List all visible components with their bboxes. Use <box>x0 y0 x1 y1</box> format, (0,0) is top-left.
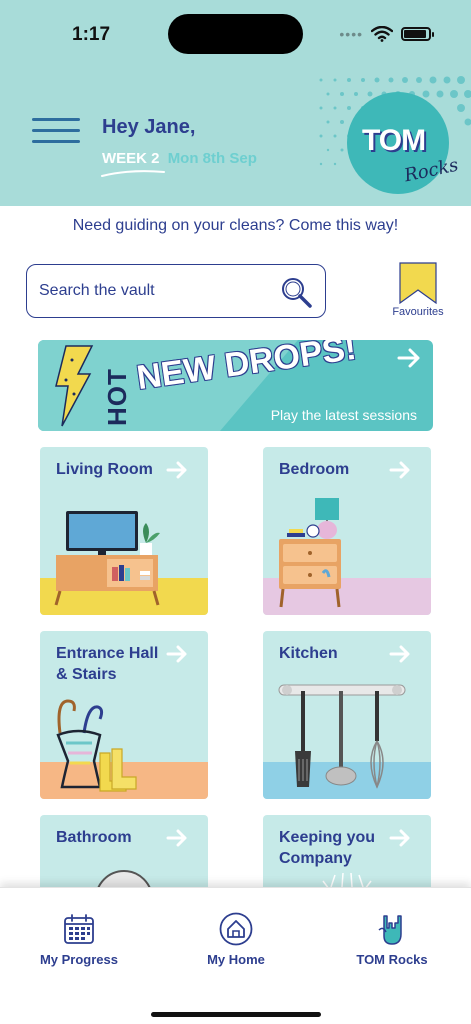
arrow-right-icon <box>389 461 410 479</box>
status-icons: •••• <box>339 26 434 42</box>
room-card-entrance-hall[interactable]: Entrance Hall & Stairs <box>40 631 208 799</box>
home-indicator[interactable] <box>151 1012 321 1017</box>
rock-hand-icon <box>378 915 402 945</box>
home-icon <box>219 912 253 946</box>
search-icon[interactable] <box>279 275 313 309</box>
greeting-text: Hey Jane, <box>102 116 196 138</box>
hot-new-drops-banner[interactable]: HOT NEW DROPS! Play the latest sessions <box>38 340 433 431</box>
arrow-right-icon <box>397 348 420 368</box>
room-card-bedroom[interactable]: Bedroom <box>263 447 431 615</box>
nav-label: TOM Rocks <box>356 952 428 967</box>
underline-swoosh-decoration <box>101 170 165 177</box>
nav-my-progress[interactable]: My Progress <box>19 912 139 967</box>
week-line: WEEK 2 Mon 8th Sep <box>102 150 257 167</box>
search-input[interactable] <box>39 275 275 307</box>
bottom-nav: My Progress My Home TOM Rocks <box>0 887 471 1024</box>
dynamic-island <box>168 14 303 54</box>
nav-label: My Home <box>207 952 265 967</box>
room-card-title: Living Room <box>56 461 153 478</box>
nav-my-home[interactable]: My Home <box>176 912 296 967</box>
hamburger-menu-icon[interactable] <box>32 118 80 144</box>
room-card-title: Kitchen <box>279 645 338 662</box>
status-time: 1:17 <box>72 24 111 45</box>
lightning-bolt-icon <box>55 345 94 427</box>
bookmark-icon <box>399 262 437 304</box>
room-card-kitchen[interactable]: Kitchen <box>263 631 431 799</box>
room-card-title: Entrance Hall & Stairs <box>56 645 159 683</box>
arrow-right-icon <box>166 829 187 847</box>
nav-tom-rocks[interactable]: TOM Rocks <box>332 912 452 967</box>
guide-link-text[interactable]: Need guiding on your cleans? Come this w… <box>0 217 471 235</box>
room-card-title: Keeping you Company <box>279 829 376 867</box>
battery-icon <box>401 27 434 41</box>
search-box[interactable] <box>26 264 326 318</box>
week-date: Mon 8th Sep <box>167 150 257 167</box>
arrow-right-icon <box>389 645 410 663</box>
signal-icon: •••• <box>339 26 363 42</box>
room-card-living-room[interactable]: Living Room <box>40 447 208 615</box>
status-bar: 1:17 •••• <box>0 0 471 70</box>
room-card-title: Bathroom <box>56 829 132 846</box>
week-label: WEEK 2 <box>102 150 160 167</box>
nav-label: My Progress <box>39 952 119 967</box>
hot-label: HOT <box>102 368 132 426</box>
arrow-right-icon <box>166 645 187 663</box>
room-card-title: Bedroom <box>279 461 350 478</box>
header: Hey Jane, WEEK 2 Mon 8th Sep TOM Rocks <box>0 70 471 206</box>
new-drops-subtitle: Play the latest sessions <box>270 407 417 423</box>
wifi-icon <box>371 26 393 42</box>
arrow-right-icon <box>389 829 410 847</box>
calendar-icon <box>64 914 94 944</box>
arrow-right-icon <box>166 461 187 479</box>
favourites-button[interactable]: Favourites <box>390 262 446 322</box>
favourites-label: Favourites <box>392 306 444 318</box>
logo-tom-text: TOM <box>362 124 426 157</box>
